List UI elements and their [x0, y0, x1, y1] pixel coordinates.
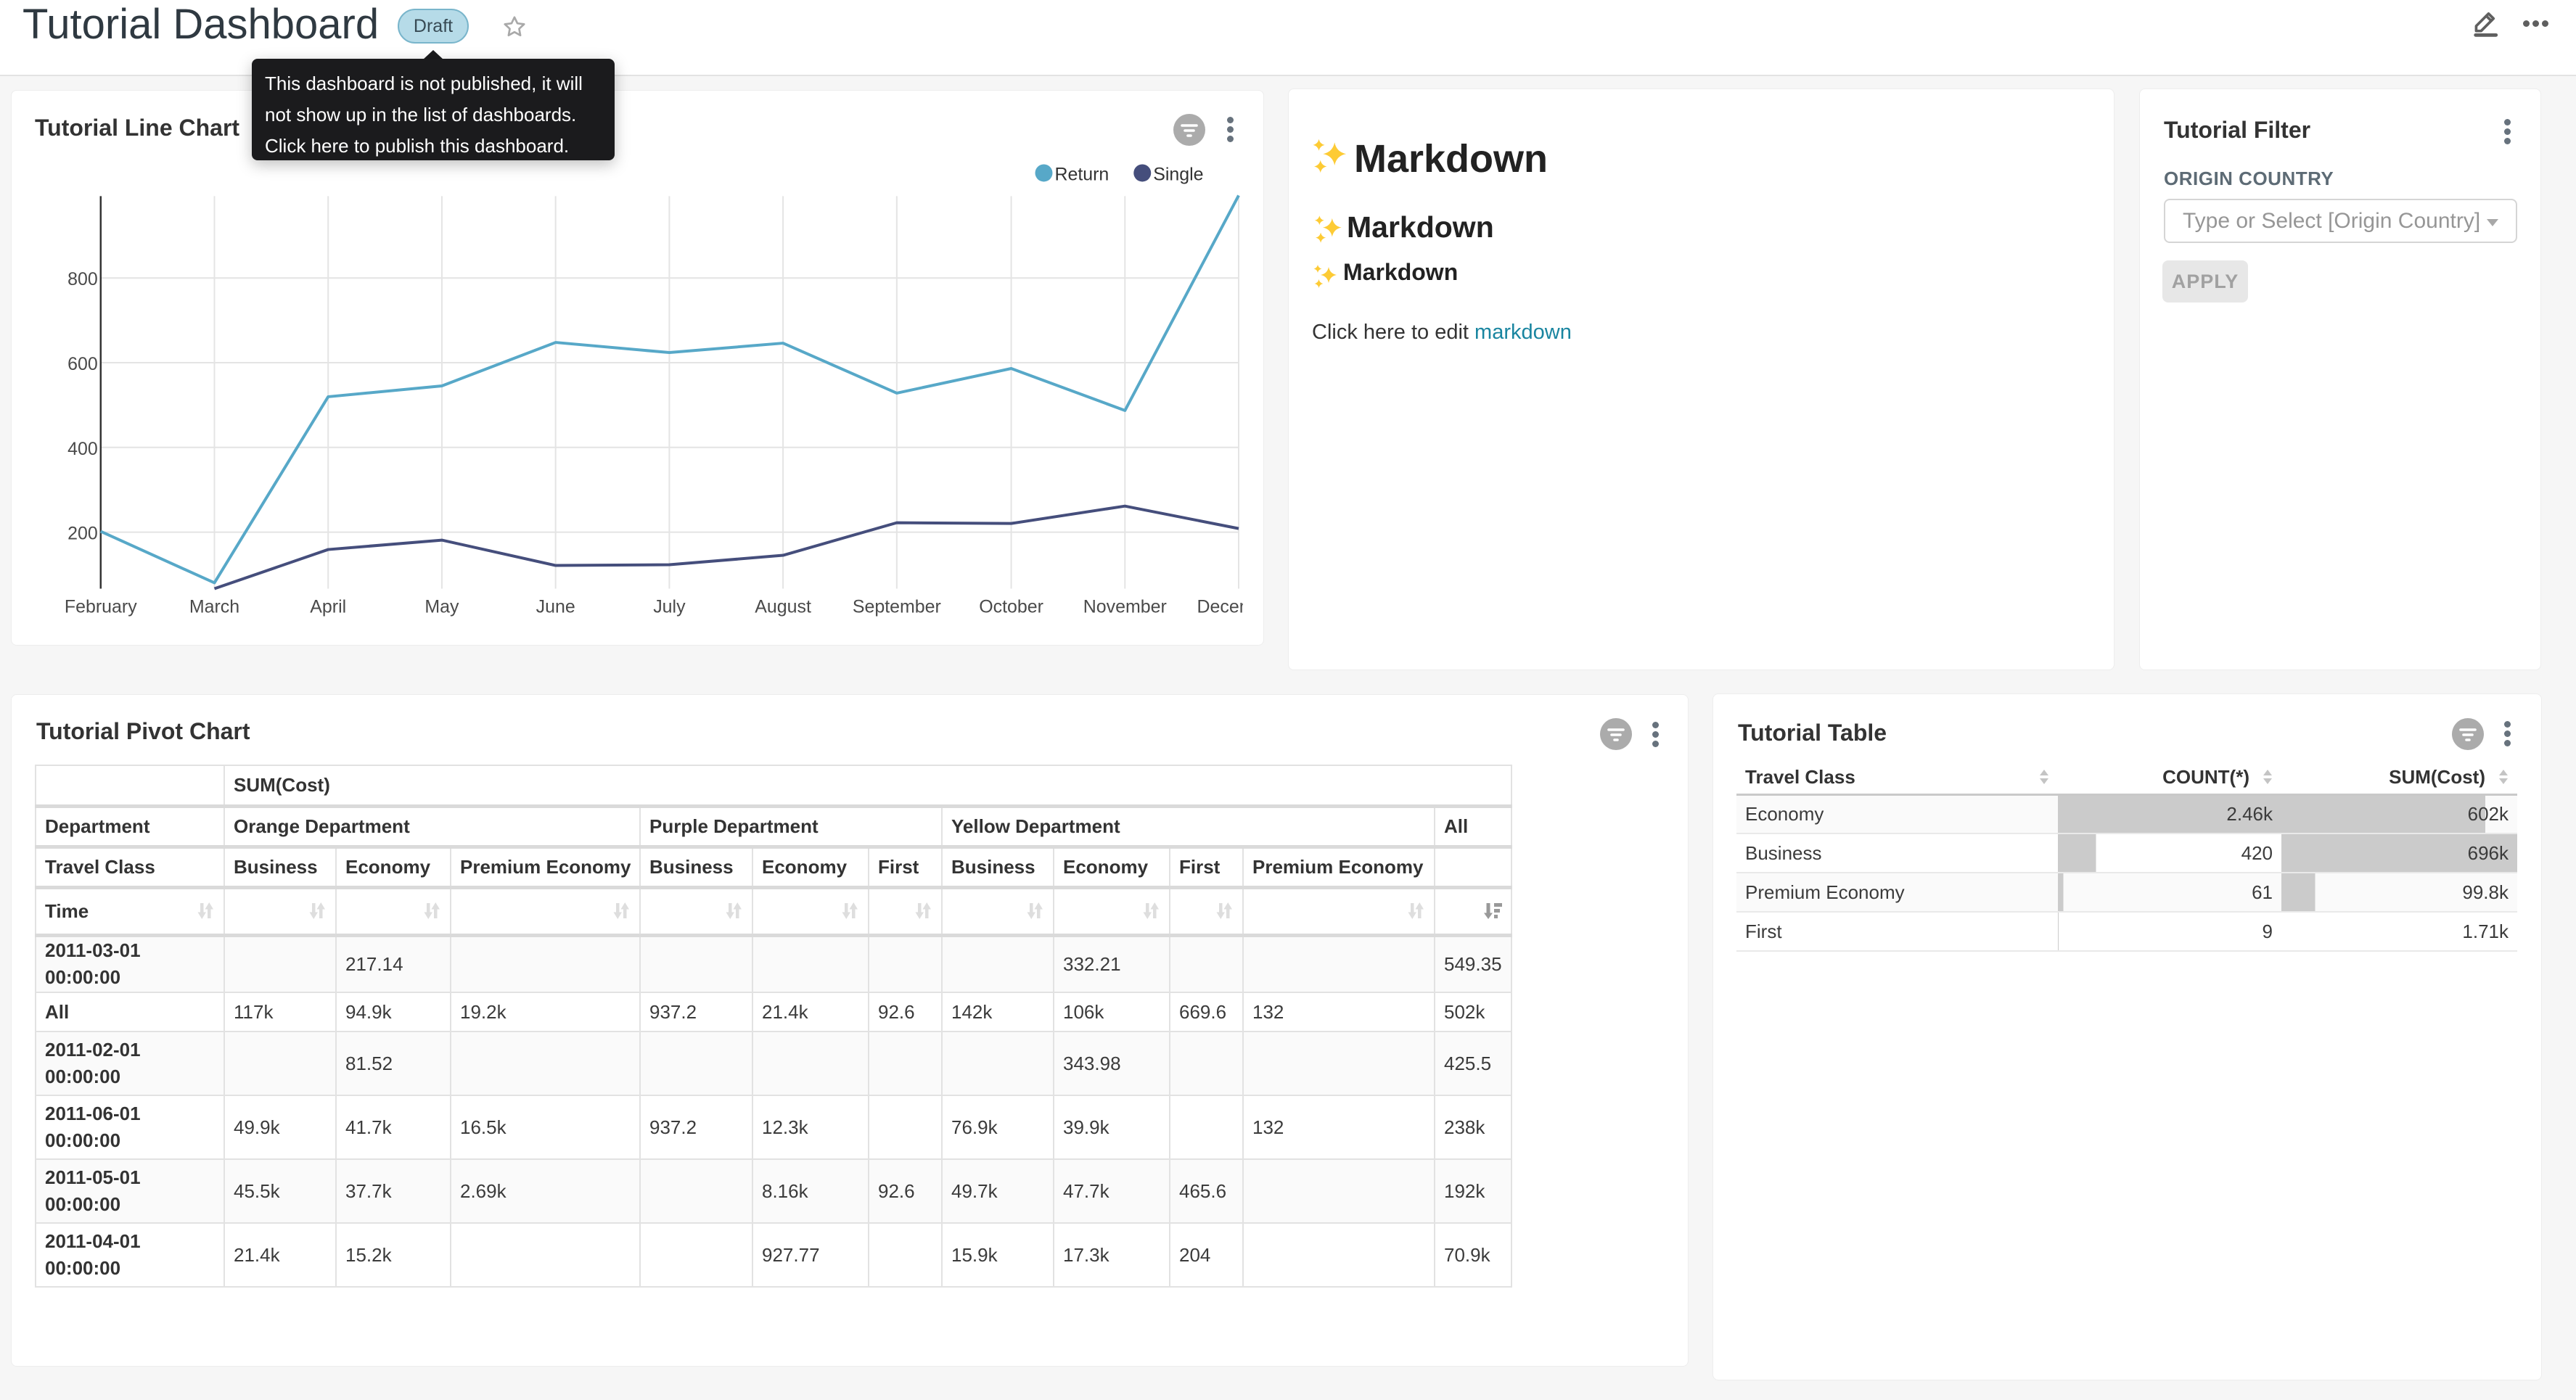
svg-text:September: September	[853, 596, 941, 617]
svg-text:March: March	[189, 596, 239, 617]
svg-text:August: August	[755, 596, 811, 617]
svg-text:May: May	[424, 596, 459, 617]
svg-text:February: February	[65, 596, 137, 617]
svg-text:800: 800	[67, 269, 98, 289]
svg-text:600: 600	[67, 354, 98, 374]
svg-text:400: 400	[67, 439, 98, 459]
svg-text:July: July	[653, 596, 686, 617]
svg-text:November: November	[1083, 596, 1167, 617]
svg-text:Single: Single	[1153, 164, 1203, 184]
svg-text:June: June	[536, 596, 575, 617]
svg-text:April: April	[310, 596, 346, 617]
svg-text:Return: Return	[1054, 164, 1109, 184]
svg-text:October: October	[979, 596, 1043, 617]
svg-text:December: December	[1197, 596, 1243, 617]
svg-text:200: 200	[67, 524, 98, 544]
